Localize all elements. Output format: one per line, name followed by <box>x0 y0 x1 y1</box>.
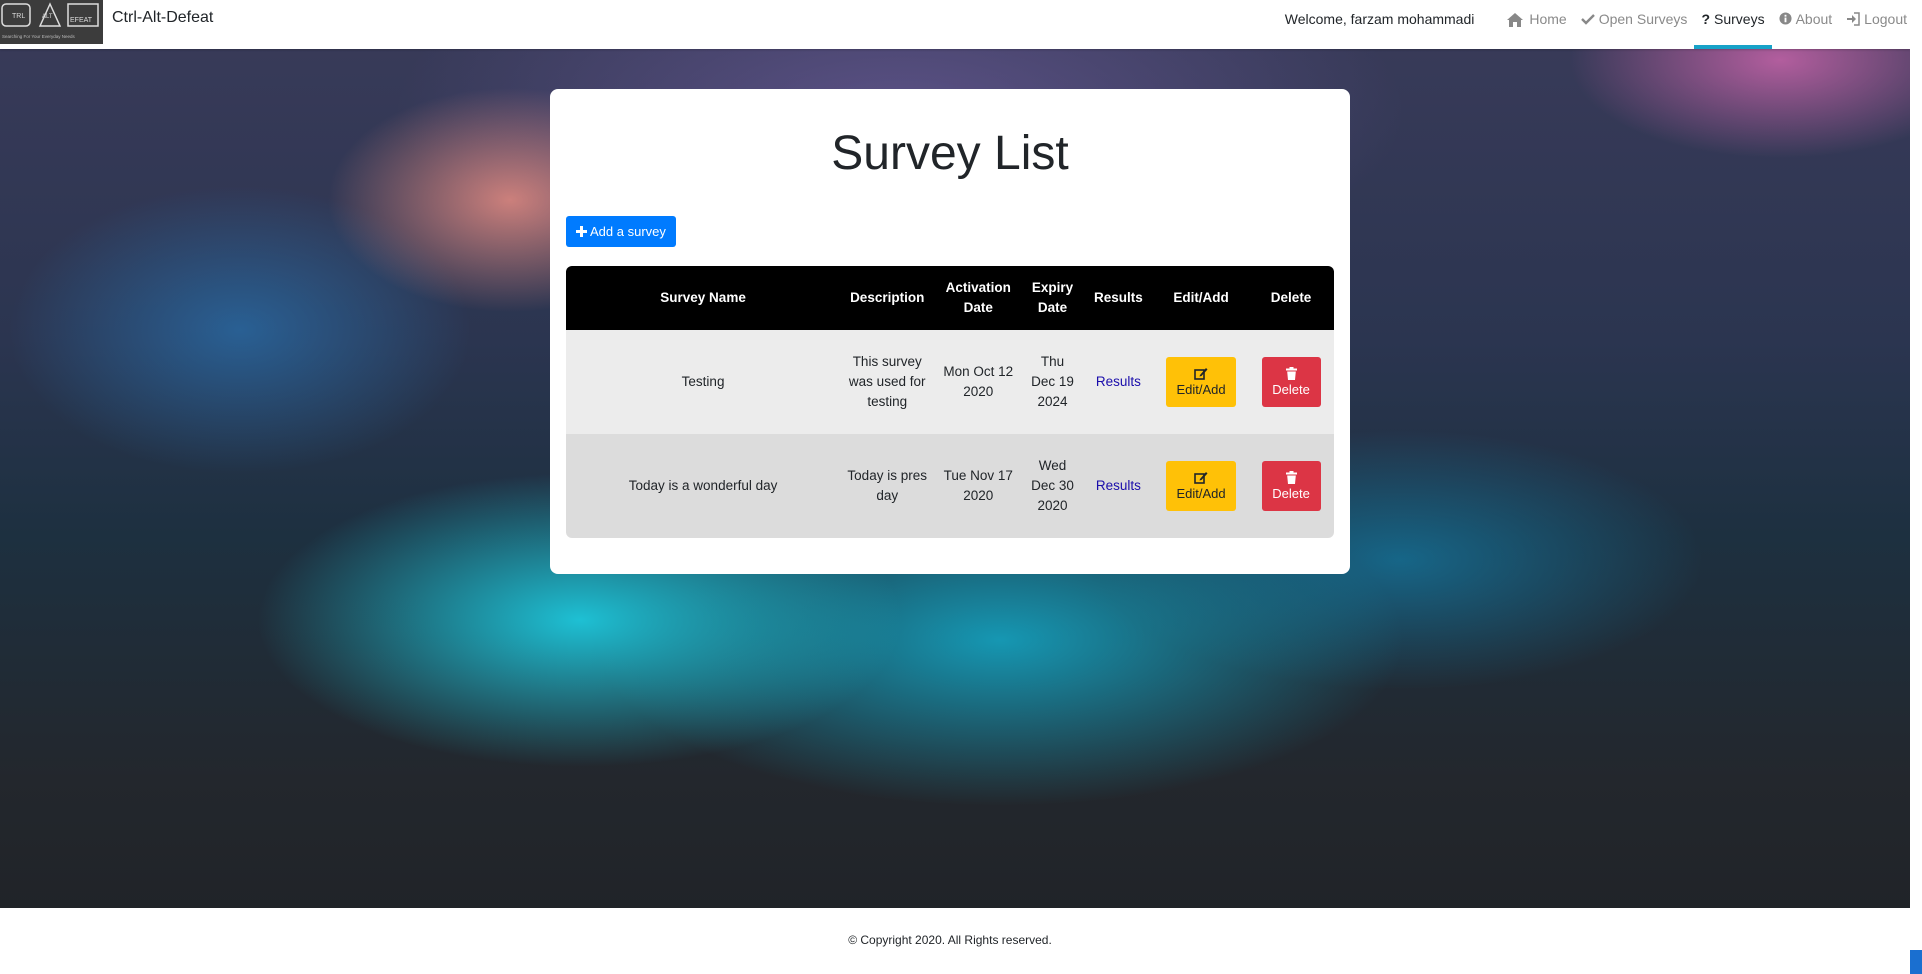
svg-text:ALT: ALT <box>42 14 53 20</box>
navbar: TRL ALT EFEAT Searching For Your Everyda… <box>0 0 1910 49</box>
edit-icon <box>1194 367 1208 380</box>
nav-open-surveys[interactable]: Open Surveys <box>1574 0 1695 49</box>
cell-delete: Delete <box>1248 434 1334 538</box>
logo-graphic: TRL ALT EFEAT Searching For Your Everyda… <box>0 0 103 44</box>
nav-surveys-label: Surveys <box>1714 11 1765 27</box>
nav-logout[interactable]: Logout <box>1839 0 1910 49</box>
cell-survey-name: Today is a wonderful day <box>566 434 841 538</box>
cell-delete: Delete <box>1248 330 1334 434</box>
svg-text:Searching For Your Everyday Ne: Searching For Your Everyday Needs <box>2 34 76 39</box>
nav-home[interactable]: Home <box>1498 0 1573 49</box>
cell-edit: Edit/Add <box>1153 434 1249 538</box>
cell-description: Today is pres day <box>840 434 935 538</box>
page-title: Survey List <box>831 127 1069 180</box>
edit-add-label: Edit/Add <box>1176 381 1226 397</box>
header-delete: Delete <box>1248 266 1334 330</box>
edit-add-label: Edit/Add <box>1176 485 1226 501</box>
nav-logout-label: Logout <box>1864 11 1907 27</box>
header-description: Description <box>840 266 935 330</box>
home-icon <box>1507 13 1524 27</box>
edit-add-button[interactable]: Edit/Add <box>1166 357 1237 407</box>
copyright-text: © Copyright 2020. All Rights reserved. <box>848 933 1052 947</box>
site-logo[interactable]: TRL ALT EFEAT Searching For Your Everyda… <box>0 0 103 44</box>
results-link[interactable]: Results <box>1096 478 1141 493</box>
cell-expiry-date: Thu Dec 19 2024 <box>1022 330 1083 434</box>
table-row: Testing This survey was used for testing… <box>566 330 1334 434</box>
cell-activation-date: Mon Oct 12 2020 <box>934 330 1023 434</box>
header-expiry-date: Expiry Date <box>1022 266 1083 330</box>
delete-label: Delete <box>1272 381 1310 397</box>
plus-icon <box>576 226 587 237</box>
results-link[interactable]: Results <box>1096 374 1141 389</box>
trash-icon <box>1285 470 1297 484</box>
nav-home-label: Home <box>1529 11 1567 27</box>
trash-icon <box>1285 366 1297 380</box>
survey-table: Survey Name Description Activation Date … <box>566 266 1334 538</box>
nav-right: Welcome, farzam mohammadi Home Open Surv… <box>1285 0 1910 49</box>
header-survey-name: Survey Name <box>566 266 841 330</box>
delete-label: Delete <box>1272 485 1310 501</box>
check-icon <box>1580 14 1595 25</box>
welcome-text: Welcome, farzam mohammadi <box>1284 11 1475 27</box>
svg-text:TRL: TRL <box>12 13 25 20</box>
delete-button[interactable]: Delete <box>1261 461 1321 511</box>
info-icon <box>1779 12 1792 25</box>
delete-button[interactable]: Delete <box>1261 357 1321 407</box>
brand-name[interactable]: Ctrl-Alt-Defeat <box>112 9 213 27</box>
edit-add-button[interactable]: Edit/Add <box>1166 461 1237 511</box>
scrollbar-thumb[interactable] <box>1910 950 1922 974</box>
survey-list-card: Survey List Add a survey Survey Name Des… <box>550 89 1350 574</box>
sign-in-icon <box>1847 12 1860 26</box>
scrollbar[interactable] <box>1910 0 1922 974</box>
nav-about[interactable]: About <box>1772 0 1840 49</box>
add-survey-button[interactable]: Add a survey <box>566 216 676 247</box>
cell-results: Results <box>1082 434 1154 538</box>
svg-text:EFEAT: EFEAT <box>70 17 93 24</box>
cell-expiry-date: Wed Dec 30 2020 <box>1022 434 1083 538</box>
table-row: Today is a wonderful day Today is pres d… <box>566 434 1334 538</box>
question-icon: ? <box>1701 11 1710 27</box>
nav-open-surveys-label: Open Surveys <box>1598 11 1688 27</box>
cell-survey-name: Testing <box>566 330 841 434</box>
cell-results: Results <box>1082 330 1154 434</box>
cell-activation-date: Tue Nov 17 2020 <box>934 434 1023 538</box>
cell-description: This survey was used for testing <box>840 330 935 434</box>
header-results: Results <box>1082 266 1154 330</box>
edit-icon <box>1194 471 1208 484</box>
header-edit-add: Edit/Add <box>1153 266 1249 330</box>
footer: © Copyright 2020. All Rights reserved. <box>0 908 1910 974</box>
cell-edit: Edit/Add <box>1153 330 1249 434</box>
nav-surveys[interactable]: ? Surveys <box>1694 0 1772 49</box>
nav-about-label: About <box>1795 11 1833 27</box>
add-survey-label: Add a survey <box>590 224 666 239</box>
table-header-row: Survey Name Description Activation Date … <box>566 266 1334 330</box>
header-activation-date: Activation Date <box>934 266 1023 330</box>
